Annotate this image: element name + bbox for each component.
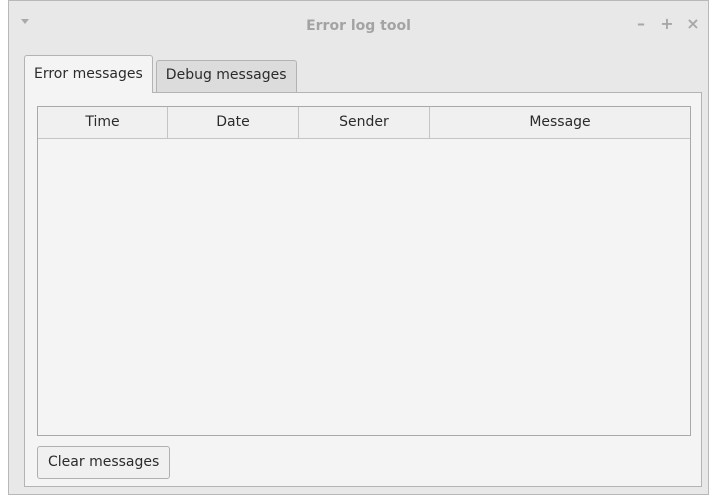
column-header-sender[interactable]: Sender (299, 107, 430, 138)
clear-messages-button[interactable]: Clear messages (37, 446, 171, 479)
window-title: Error log tool (306, 18, 411, 34)
error-log-window: Error log tool – + × Error messages Debu… (8, 0, 709, 495)
tab-debug-messages[interactable]: Debug messages (155, 60, 297, 93)
minimize-icon[interactable]: – (634, 15, 648, 33)
maximize-icon[interactable]: + (660, 15, 674, 33)
column-header-date[interactable]: Date (168, 107, 299, 138)
messages-table[interactable]: Time Date Sender Message (37, 106, 691, 436)
table-body[interactable] (38, 139, 690, 435)
error-messages-pane: Time Date Sender Message Clear messages (24, 92, 702, 487)
column-header-message[interactable]: Message (430, 107, 690, 138)
title-bar[interactable]: Error log tool – + × (9, 1, 708, 51)
window-controls: – + × (634, 15, 700, 33)
table-header: Time Date Sender Message (38, 107, 690, 139)
column-header-time[interactable]: Time (38, 107, 168, 138)
tab-bar: Error messages Debug messages (24, 55, 297, 93)
tab-error-messages[interactable]: Error messages (24, 55, 153, 93)
close-icon[interactable]: × (686, 15, 700, 33)
